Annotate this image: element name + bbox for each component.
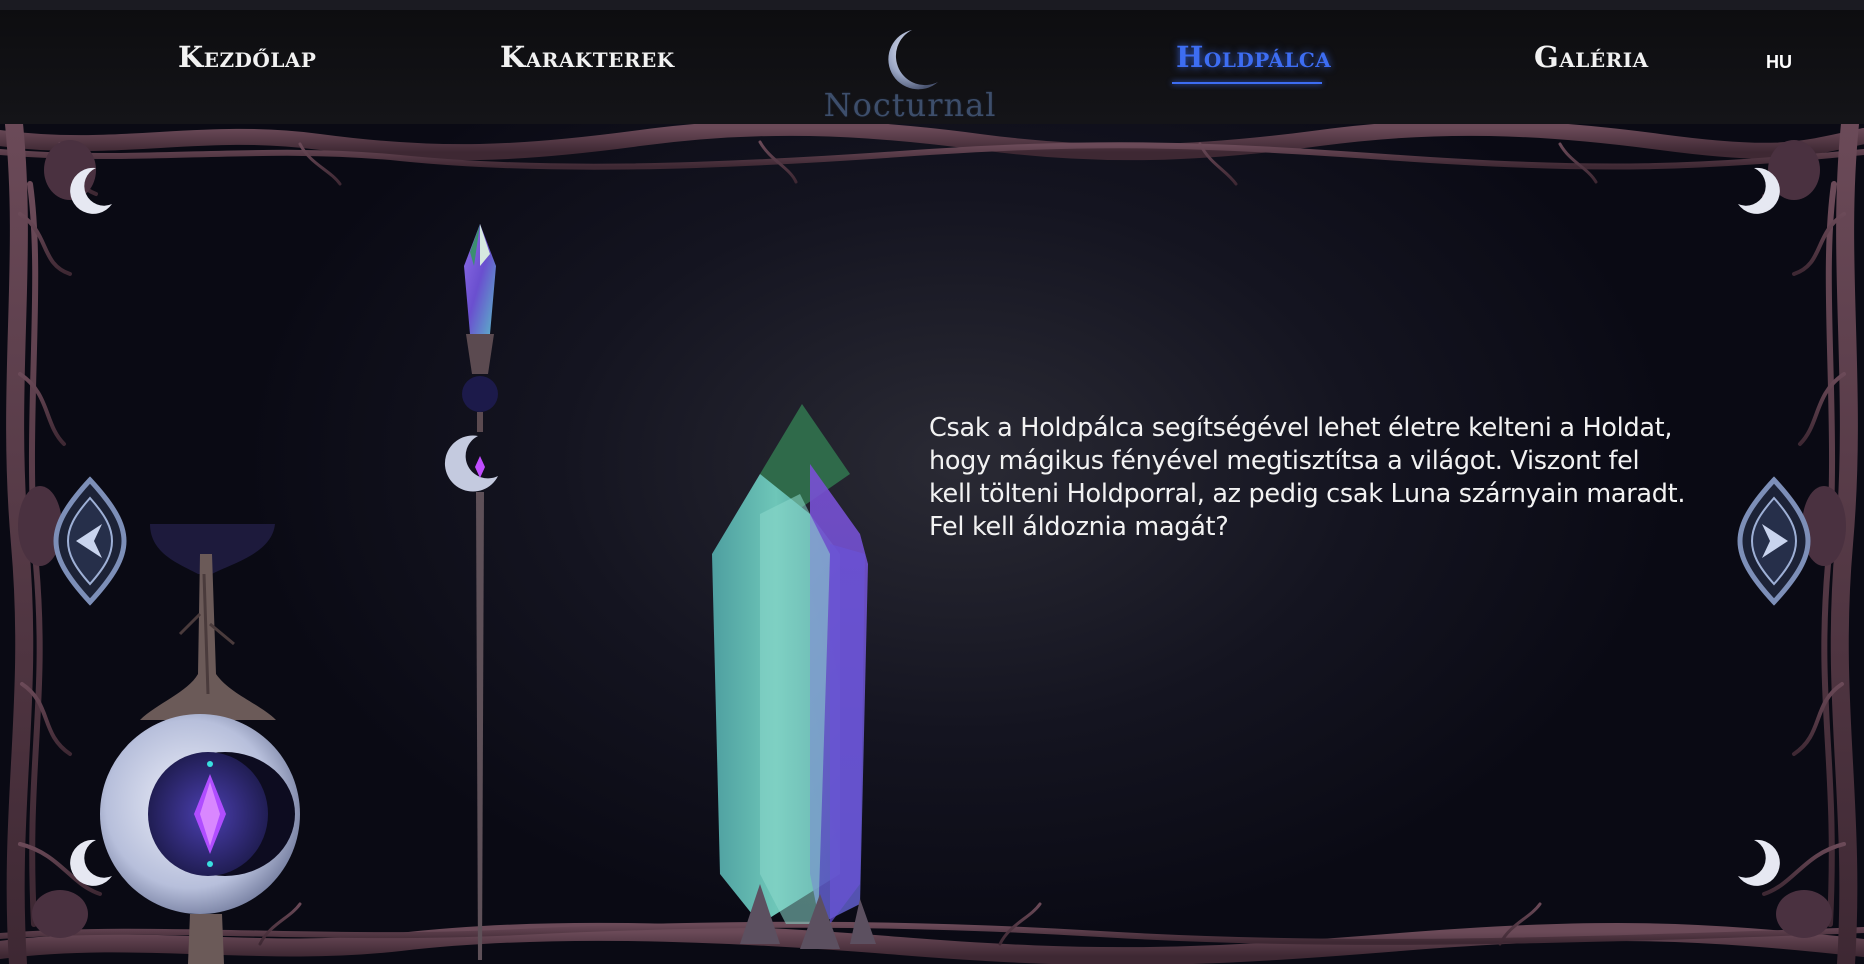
- moon-tree-artwork: [100, 524, 300, 964]
- active-underline: [1172, 82, 1322, 84]
- crescent-moon-icon: [1738, 839, 1780, 886]
- nav-link-kezdolap[interactable]: Kezdőlap: [178, 40, 316, 74]
- language-selector[interactable]: HU: [1766, 52, 1792, 73]
- moon-staff-artwork: [444, 224, 498, 960]
- holdpalca-description: Csak a Holdpálca segítségével lehet élet…: [929, 412, 1686, 542]
- crescent-moon-icon: [1738, 167, 1780, 214]
- nav-link-karakterek[interactable]: Karakterek: [500, 40, 675, 74]
- logo-text: Nocturnal: [823, 86, 997, 124]
- nav-link-galeria[interactable]: Galéria: [1534, 40, 1649, 74]
- navigation-bar: Kezdőlap Karakterek Nocturnal Holdpálca …: [0, 10, 1864, 124]
- crescent-moon-icon: [70, 167, 112, 214]
- nocturnal-logo[interactable]: Nocturnal: [820, 24, 1000, 128]
- chevron-right-icon[interactable]: [1736, 476, 1812, 606]
- top-strip: [0, 0, 1864, 10]
- content-stage: Csak a Holdpálca segítségével lehet élet…: [0, 124, 1864, 964]
- nav-link-holdpalca[interactable]: Holdpálca: [1176, 40, 1331, 74]
- crystal-artwork: [712, 404, 876, 949]
- crescent-logo-icon: [888, 30, 938, 90]
